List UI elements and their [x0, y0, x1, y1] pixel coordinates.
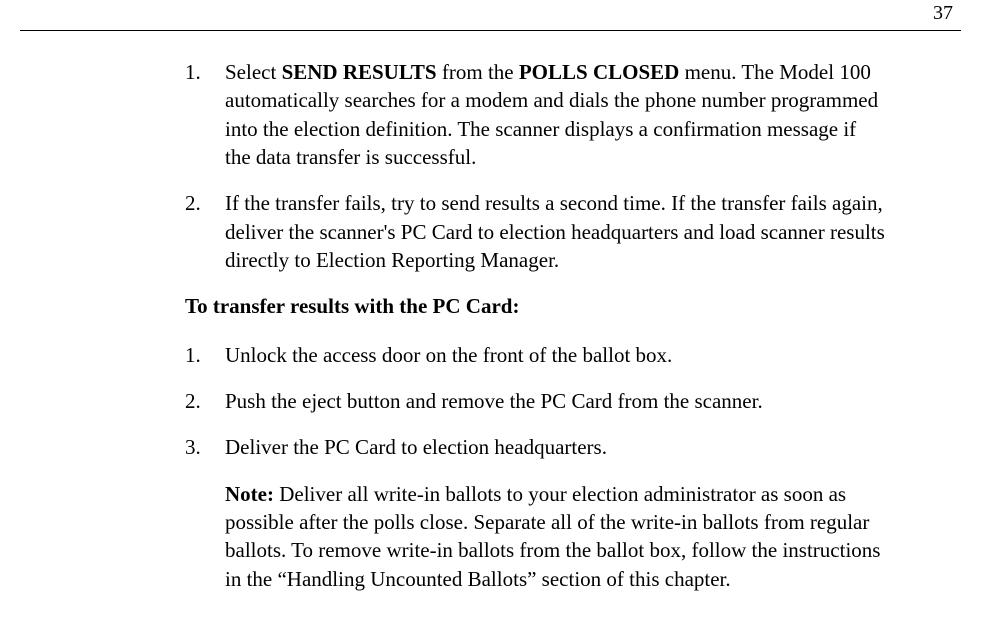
list-item: 2. Push the eject button and remove the …: [185, 387, 885, 415]
list-item: 1. Select SEND RESULTS from the POLLS CL…: [185, 58, 885, 171]
page-number: 37: [933, 2, 953, 25]
list-body: If the transfer fails, try to send resul…: [225, 189, 885, 274]
horizontal-rule: [20, 30, 961, 31]
list-item: 3. Deliver the PC Card to election headq…: [185, 433, 885, 461]
text-run: Select: [225, 60, 282, 84]
text-bold: SEND RESULTS: [282, 60, 437, 84]
list-number: 1.: [185, 58, 225, 171]
list-item: 1. Unlock the access door on the front o…: [185, 341, 885, 369]
section-heading: To transfer results with the PC Card:: [185, 292, 885, 320]
note-body: Deliver all write-in ballots to your ele…: [225, 482, 880, 591]
page: 37 1. Select SEND RESULTS from the POLLS…: [0, 0, 981, 641]
list-body: Deliver the PC Card to election headquar…: [225, 433, 885, 461]
body-content: 1. Select SEND RESULTS from the POLLS CL…: [185, 58, 885, 593]
list-number: 1.: [185, 341, 225, 369]
list-number: 3.: [185, 433, 225, 461]
list-body: Select SEND RESULTS from the POLLS CLOSE…: [225, 58, 885, 171]
list-number: 2.: [185, 387, 225, 415]
list-body: Unlock the access door on the front of t…: [225, 341, 885, 369]
list-body: Push the eject button and remove the PC …: [225, 387, 885, 415]
note-block: Note: Deliver all write-in ballots to yo…: [225, 480, 885, 593]
note-label: Note:: [225, 482, 274, 506]
text-run: from the: [437, 60, 519, 84]
text-bold: POLLS CLOSED: [519, 60, 679, 84]
list-item: 2. If the transfer fails, try to send re…: [185, 189, 885, 274]
list-number: 2.: [185, 189, 225, 274]
